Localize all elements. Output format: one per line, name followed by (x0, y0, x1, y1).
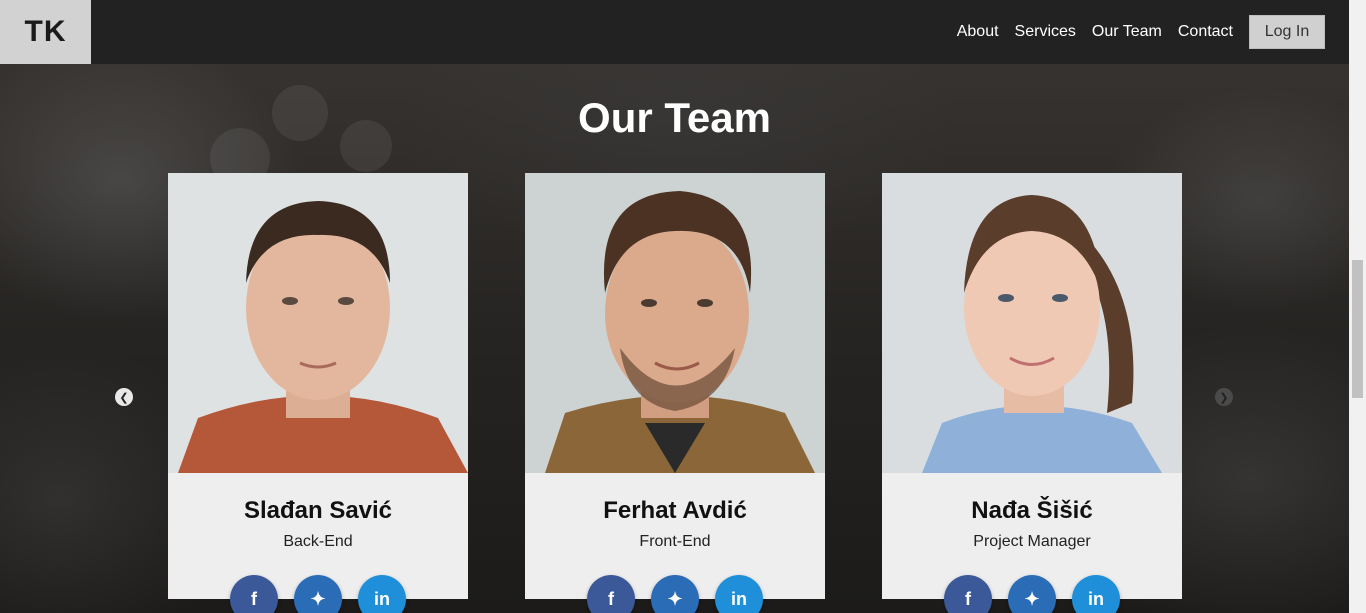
team-member-photo (525, 173, 825, 473)
twitter-icon: ✦ (310, 588, 326, 609)
facebook-button[interactable]: f (230, 575, 278, 613)
twitter-icon: ✦ (1024, 588, 1040, 609)
nav-link-our-team[interactable]: Our Team (1092, 23, 1162, 41)
linkedin-icon: in (374, 588, 390, 609)
navbar: TK About Services Our Team Contact Log I… (0, 0, 1349, 64)
team-member-role: Back-End (283, 533, 353, 550)
facebook-icon: f (251, 588, 257, 609)
twitter-button[interactable]: ✦ (294, 575, 342, 613)
chevron-left-icon: ❮ (119, 391, 129, 404)
nav-links: About Services Our Team Contact Log In (941, 15, 1325, 49)
nav-link-contact[interactable]: Contact (1178, 23, 1233, 41)
linkedin-button[interactable]: in (715, 575, 763, 613)
team-member-photo (882, 173, 1182, 473)
portrait-illustration (168, 173, 468, 473)
scrollbar-thumb[interactable] (1352, 260, 1363, 398)
team-card: Nađa Šišić Project Manager f ✦ in (882, 173, 1182, 613)
logo[interactable]: TK (0, 0, 91, 64)
social-links: f ✦ in (230, 575, 422, 613)
facebook-icon: f (608, 588, 614, 609)
facebook-button[interactable]: f (587, 575, 635, 613)
linkedin-icon: in (1088, 588, 1104, 609)
social-links: f ✦ in (944, 575, 1136, 613)
portrait-illustration (882, 173, 1182, 473)
chevron-right-icon: ❯ (1219, 391, 1229, 404)
team-member-role: Front-End (639, 533, 711, 550)
team-member-name: Ferhat Avdić (603, 497, 747, 524)
team-member-photo (168, 173, 468, 473)
carousel-prev-button[interactable]: ❮ (115, 388, 133, 406)
nav-link-services[interactable]: Services (1015, 23, 1076, 41)
facebook-icon: f (965, 588, 971, 609)
twitter-button[interactable]: ✦ (651, 575, 699, 613)
portrait-illustration (525, 173, 825, 473)
page: TK About Services Our Team Contact Log I… (0, 0, 1366, 613)
team-card: Ferhat Avdić Front-End f ✦ in (525, 173, 825, 613)
login-button[interactable]: Log In (1249, 15, 1325, 49)
team-member-name: Nađa Šišić (971, 497, 1093, 524)
twitter-button[interactable]: ✦ (1008, 575, 1056, 613)
linkedin-icon: in (731, 588, 747, 609)
carousel-next-button[interactable]: ❯ (1215, 388, 1233, 406)
twitter-icon: ✦ (667, 588, 683, 609)
social-links: f ✦ in (587, 575, 779, 613)
team-member-name: Slađan Savić (243, 497, 393, 524)
team-member-role: Project Manager (973, 533, 1091, 550)
scrollbar[interactable] (1349, 0, 1366, 613)
team-card: Slađan Savić Back-End f ✦ in (168, 173, 468, 613)
section-title: Our Team (578, 94, 771, 141)
linkedin-button[interactable]: in (358, 575, 406, 613)
facebook-button[interactable]: f (944, 575, 992, 613)
nav-link-about[interactable]: About (957, 23, 999, 41)
linkedin-button[interactable]: in (1072, 575, 1120, 613)
